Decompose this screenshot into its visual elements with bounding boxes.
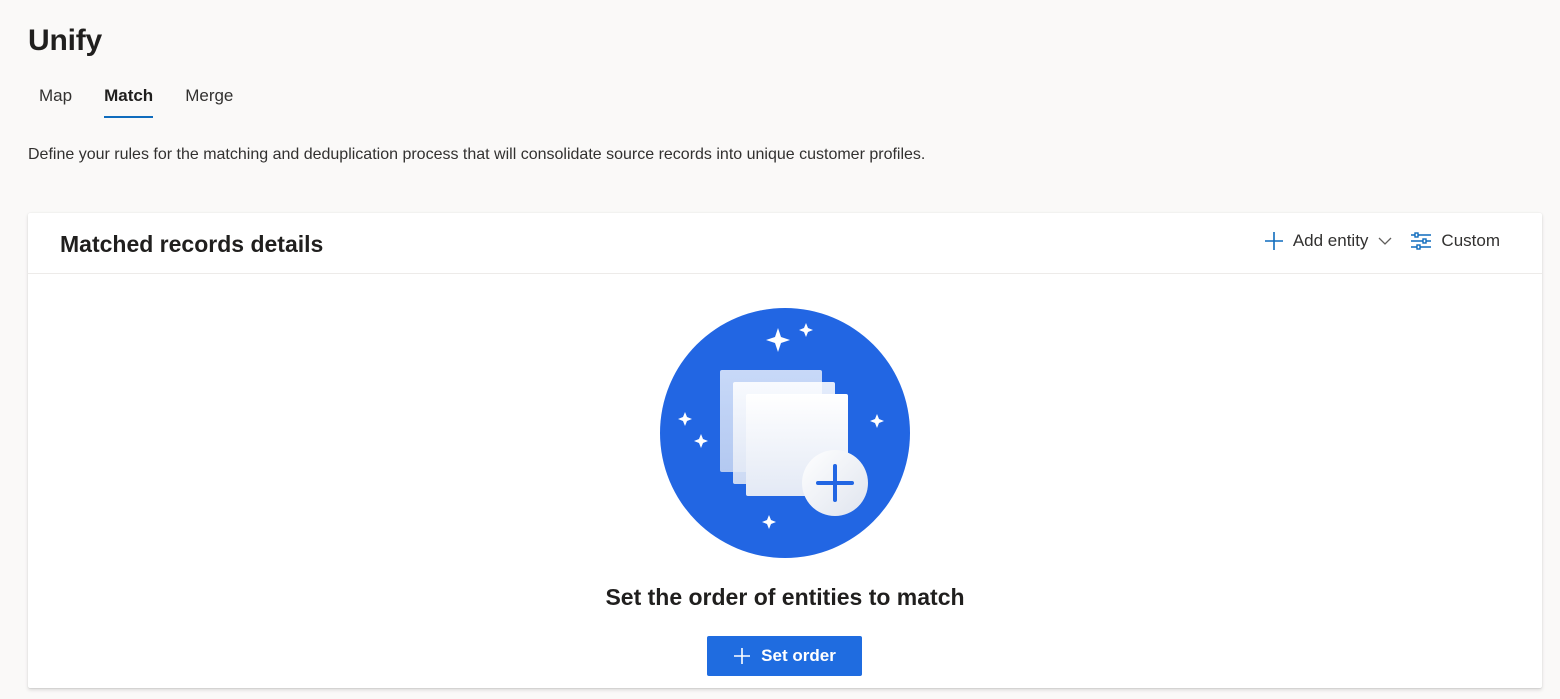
empty-state-illustration xyxy=(660,308,910,558)
add-entity-button[interactable]: Add entity xyxy=(1264,231,1393,251)
plus-icon xyxy=(1264,231,1284,251)
empty-state-title: Set the order of entities to match xyxy=(605,584,965,610)
card-title: Matched records details xyxy=(60,231,324,257)
set-order-button[interactable]: Set order xyxy=(707,636,862,676)
chevron-down-icon[interactable] xyxy=(1378,234,1392,248)
custom-label: Custom xyxy=(1441,231,1500,250)
matched-records-card: Matched records details Add entity Custo… xyxy=(28,213,1542,688)
card-actions: Add entity Custom xyxy=(1264,231,1500,251)
page-description: Define your rules for the matching and d… xyxy=(28,146,926,163)
plus-icon xyxy=(733,647,751,665)
set-order-label: Set order xyxy=(761,646,836,665)
tab-list: Map Match Merge xyxy=(28,78,254,118)
tab-match[interactable]: Match xyxy=(93,78,164,118)
page-title: Unify xyxy=(28,24,103,57)
sliders-icon xyxy=(1410,231,1432,251)
card-header: Matched records details Add entity Custo… xyxy=(28,213,1542,274)
tab-map[interactable]: Map xyxy=(28,78,83,116)
add-entity-label: Add entity xyxy=(1292,231,1369,250)
custom-button[interactable]: Custom xyxy=(1410,231,1500,251)
tab-merge[interactable]: Merge xyxy=(174,78,244,116)
